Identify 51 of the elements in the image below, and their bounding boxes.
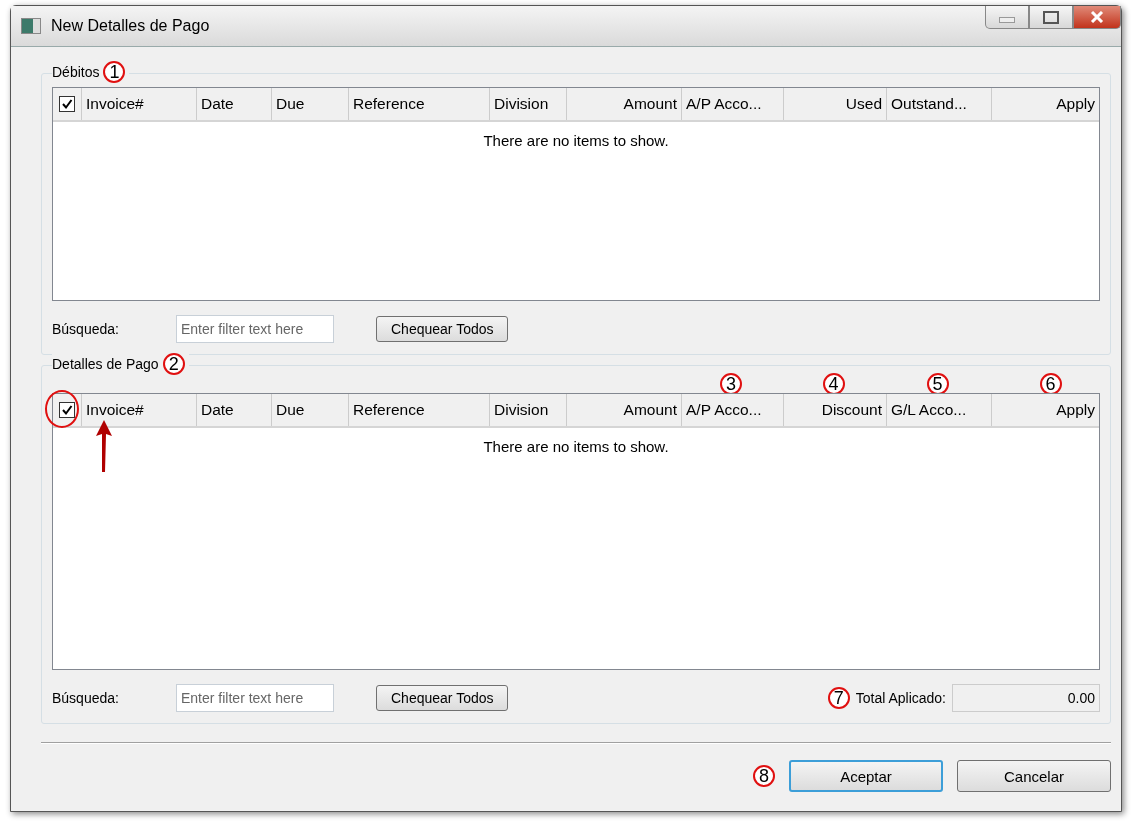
annotation-arrow [95, 420, 113, 472]
search-label: Búsqueda: [52, 321, 120, 337]
empty-message: There are no items to show. [483, 438, 669, 457]
column-header[interactable]: Apply [991, 88, 1099, 120]
column-header[interactable]: Used [783, 88, 886, 120]
column-header[interactable]: Apply [991, 394, 1099, 426]
group-title: Detalles de Pago [52, 356, 159, 372]
app-icon [21, 18, 41, 34]
check-all-button[interactable]: Chequear Todos [376, 685, 509, 711]
search-label: Búsqueda: [52, 690, 120, 706]
column-header[interactable]: Reference [348, 88, 489, 120]
column-header[interactable]: Due [271, 394, 348, 426]
callout-number: 3 [720, 373, 742, 395]
column-header[interactable]: Amount [566, 394, 681, 426]
column-header[interactable]: Date [196, 88, 271, 120]
column-header[interactable]: Invoice# [81, 88, 196, 120]
callout-number: 2 [162, 353, 185, 375]
header-checkbox[interactable] [59, 96, 75, 112]
dialog-button[interactable]: Aceptar [789, 760, 943, 792]
callout-number: 1 [103, 61, 126, 83]
group-title: Débitos [52, 64, 100, 80]
column-header[interactable]: A/P Acco... [681, 394, 783, 426]
total-field: 0.00 [952, 684, 1100, 712]
callout-number: 6 [1039, 373, 1062, 395]
callout-number: 7 [827, 687, 850, 709]
column-header[interactable]: Discount [783, 394, 886, 426]
callout-number: 5 [926, 373, 949, 395]
check-all-button[interactable]: Chequear Todos [376, 316, 509, 342]
column-header[interactable]: Reference [348, 394, 489, 426]
total-label: Total Aplicado: [855, 690, 946, 706]
search-field[interactable]: Enter filter text here [176, 315, 334, 343]
column-header[interactable]: Date [196, 394, 271, 426]
window-title: New Detalles de Pago [51, 17, 211, 35]
column-header[interactable]: A/P Acco... [681, 88, 783, 120]
close-icon [1090, 11, 1104, 23]
column-header[interactable]: Invoice# [81, 394, 196, 426]
maximize-button[interactable] [1029, 6, 1073, 29]
column-header[interactable]: Due [271, 88, 348, 120]
column-header[interactable]: G/L Acco... [886, 394, 991, 426]
search-field[interactable]: Enter filter text here [176, 684, 334, 712]
callout-number: 8 [753, 765, 775, 787]
close-button[interactable] [1073, 6, 1121, 29]
header-checkbox[interactable] [59, 402, 75, 418]
column-header[interactable]: Amount [566, 88, 681, 120]
column-header[interactable]: Division [489, 394, 566, 426]
column-header[interactable]: Division [489, 88, 566, 120]
empty-message: There are no items to show. [483, 132, 669, 151]
minimize-button[interactable] [985, 6, 1029, 29]
dialog-button[interactable]: Cancelar [957, 760, 1111, 792]
callout-number: 4 [822, 373, 845, 395]
column-header[interactable]: Outstand... [886, 88, 991, 120]
